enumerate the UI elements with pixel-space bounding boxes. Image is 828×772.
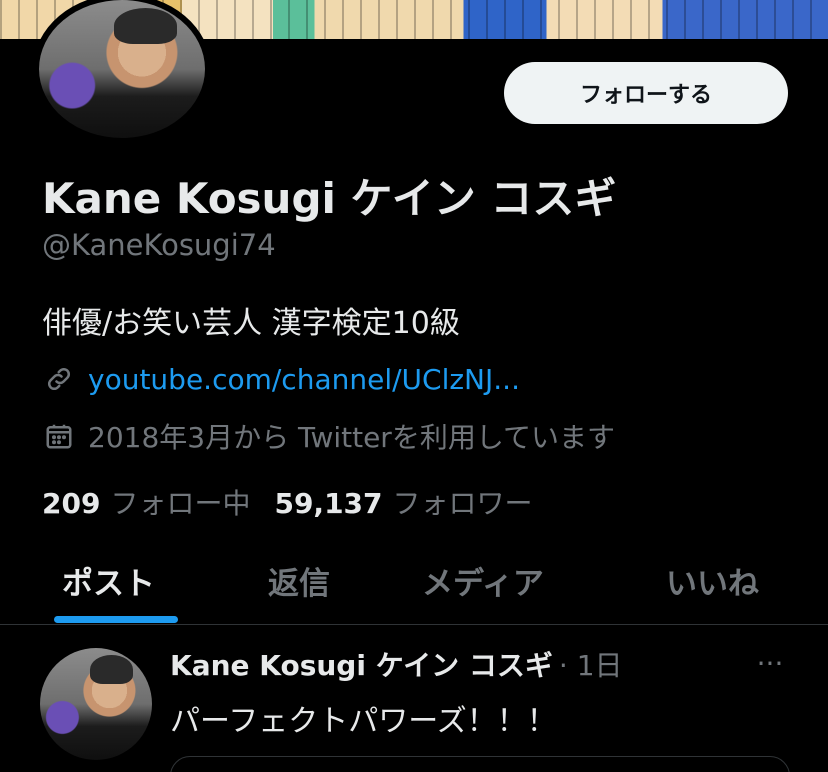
post-avatar[interactable]: [40, 648, 152, 760]
calendar-icon: [42, 419, 76, 453]
profile-joined-row: 2018年3月から Twitterを利用しています: [42, 416, 615, 456]
tab-replies[interactable]: 返信: [268, 558, 330, 603]
post-media[interactable]: [170, 756, 790, 772]
post-header: Kane Kosugi ケイン コスギ · 1日: [170, 644, 623, 684]
tab-posts[interactable]: ポスト: [62, 558, 155, 603]
profile-handle: @KaneKosugi74: [42, 228, 276, 262]
profile-name: Kane Kosugi ケイン コスギ: [42, 174, 617, 223]
profile-link[interactable]: youtube.com/channel/UClzNJ...: [88, 363, 520, 396]
more-icon[interactable]: ···: [752, 650, 788, 678]
profile-joined-date: 2018年3月から Twitterを利用しています: [88, 421, 615, 454]
tabs-divider: [0, 624, 828, 625]
following-count[interactable]: 209: [42, 487, 100, 520]
post-text: パーフェクトパワーズ！！！: [170, 704, 557, 739]
profile-tabs: ポスト 返信 メディア いいね: [0, 548, 828, 624]
profile-link-row: youtube.com/channel/UClzNJ...: [42, 362, 520, 396]
post-author[interactable]: Kane Kosugi ケイン コスギ: [170, 644, 553, 684]
post-time[interactable]: · 1日: [559, 644, 623, 684]
profile-stats: 209 フォロー中 59,137 フォロワー: [42, 482, 557, 522]
link-icon: [42, 362, 76, 396]
followers-count[interactable]: 59,137: [274, 487, 382, 520]
followers-label[interactable]: フォロワー: [393, 482, 533, 522]
follow-button[interactable]: フォローする: [504, 62, 788, 124]
active-tab-indicator: [54, 616, 178, 623]
profile-avatar[interactable]: [33, 0, 211, 144]
tab-media[interactable]: メディア: [422, 558, 544, 603]
profile-bio: 俳優/お笑い芸人 漢字検定10級: [42, 306, 460, 341]
following-label[interactable]: フォロー中: [110, 482, 250, 522]
tab-likes[interactable]: いいね: [666, 558, 759, 603]
avatar-image: [39, 0, 205, 138]
